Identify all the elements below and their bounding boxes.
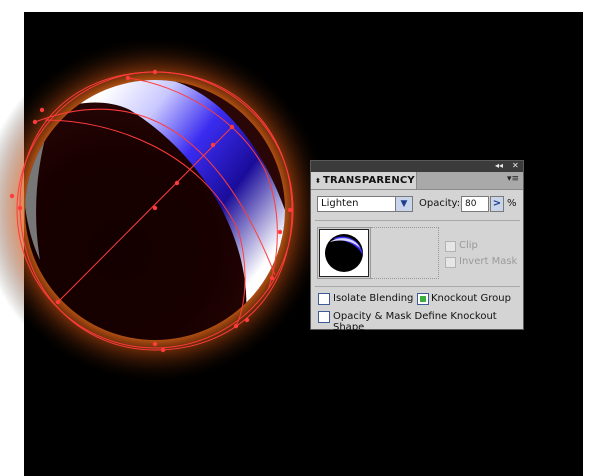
tab-arrows-icon: ⬍: [314, 177, 322, 185]
knockout-group-label: Knockout Group: [431, 293, 511, 304]
panel-title-bar[interactable]: ◂◂ ✕: [311, 161, 523, 172]
blend-mode-select[interactable]: Lighten ▼: [317, 196, 413, 212]
panel-menu-icon[interactable]: ▾≡: [507, 174, 519, 184]
opacity-mask-knockout-checkbox[interactable]: [318, 311, 330, 323]
opacity-label: Opacity:: [419, 198, 461, 209]
collapse-icon[interactable]: ◂◂: [495, 161, 503, 172]
opacity-mask-knockout-label: Opacity & Mask Define Knockout Shape: [333, 311, 497, 333]
opacity-unit: %: [507, 198, 517, 209]
isolate-blending-label: Isolate Blending: [333, 293, 414, 304]
divider: [315, 286, 520, 287]
tab-transparency[interactable]: ⬍ TRANSPARENCY: [311, 172, 417, 189]
invert-mask-label: Invert Mask: [459, 256, 518, 267]
knockout-group-checkbox[interactable]: [417, 293, 429, 305]
divider: [315, 220, 520, 221]
clip-label: Clip: [459, 240, 478, 251]
object-thumbnail[interactable]: [319, 229, 369, 277]
opacity-mask-slot[interactable]: [371, 227, 439, 279]
chevron-down-icon[interactable]: ▼: [395, 197, 412, 211]
opacity-input[interactable]: 80: [461, 196, 489, 212]
isolate-blending-checkbox[interactable]: [318, 293, 330, 305]
close-icon[interactable]: ✕: [512, 161, 519, 172]
invert-mask-checkbox[interactable]: [445, 257, 456, 268]
clip-checkbox[interactable]: [445, 241, 456, 252]
panel-tab-row: ⬍ TRANSPARENCY ▾≡: [311, 172, 523, 190]
opacity-slider-button[interactable]: >: [490, 196, 504, 212]
tab-transparency-label: TRANSPARENCY: [323, 175, 415, 186]
blend-mode-value: Lighten: [321, 198, 359, 209]
transparency-panel: ◂◂ ✕ ⬍ TRANSPARENCY ▾≡ Lighten ▼ Opacity:…: [310, 160, 524, 333]
